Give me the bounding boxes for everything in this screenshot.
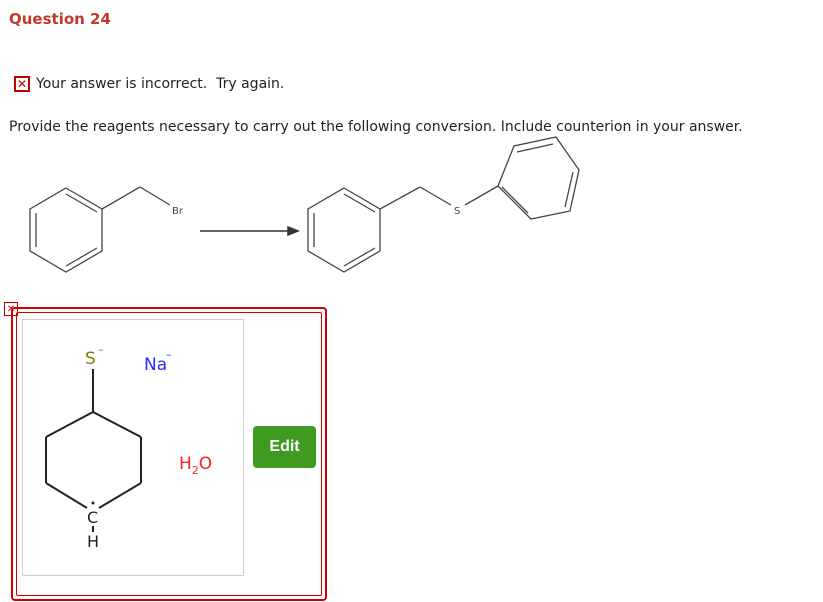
reactant-side-chain [101, 186, 171, 210]
answer-drawing-area[interactable]: S – C H Na – H2O [22, 319, 244, 576]
edit-button[interactable]: Edit [253, 426, 316, 468]
reactant-benzene-ring [29, 187, 103, 273]
product-phenyl-ring [497, 136, 580, 220]
reaction-scheme: Br S [29, 136, 580, 273]
bromine-label: Br [172, 206, 184, 217]
sulfur-label: S [454, 206, 460, 217]
product-side-chain [379, 185, 499, 210]
thiolate-charge-label: – [98, 343, 104, 356]
sodium-label: Na [144, 355, 167, 375]
reaction-arrow [200, 225, 301, 237]
answer-structures: S – C H Na – H2O [45, 343, 212, 551]
carbon-label: C [87, 508, 98, 527]
water-formula: H2O [179, 454, 212, 477]
sodium-charge-label: – [166, 348, 172, 361]
hydrogen-label: H [87, 532, 99, 551]
product-benzene-ring [307, 187, 381, 273]
thiolate-sulfur-label: S [85, 349, 96, 369]
radical-dot [91, 501, 95, 505]
cyclohexane-ring [45, 411, 142, 509]
